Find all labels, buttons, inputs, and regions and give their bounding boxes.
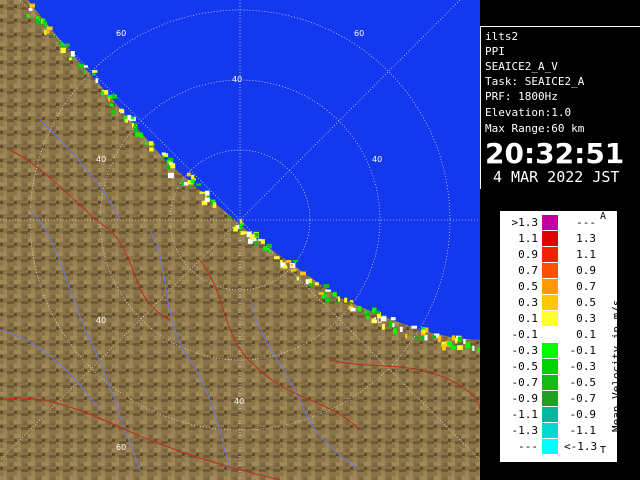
legend-color-swatch bbox=[542, 247, 558, 262]
legend-high-value: 0.5 bbox=[576, 296, 596, 309]
legend-low-value: --- bbox=[518, 440, 538, 453]
legend-caption: Mean Velocity in m/s bbox=[610, 299, 623, 432]
legend-color-swatch bbox=[542, 375, 558, 390]
legend-high-value: -0.1 bbox=[569, 344, 597, 357]
prf-line: PRF: 1800Hz bbox=[485, 90, 558, 103]
legend-high-value: -0.9 bbox=[569, 408, 597, 421]
range-label: 40 bbox=[234, 397, 244, 406]
range-label: 40 bbox=[232, 75, 242, 84]
legend-marker-top: A bbox=[600, 211, 607, 222]
legend-color-swatch bbox=[542, 359, 558, 374]
legend-color-swatch bbox=[542, 423, 558, 438]
legend-high-value: 0.7 bbox=[576, 280, 596, 293]
elevation-line: Elevation:1.0 bbox=[485, 106, 572, 119]
legend-high-value: --- bbox=[576, 216, 596, 229]
legend-low-value: -0.3 bbox=[511, 344, 539, 357]
legend-low-value: 0.1 bbox=[518, 312, 538, 325]
product-type: PPI bbox=[485, 45, 505, 58]
legend-color-swatch bbox=[542, 327, 558, 342]
legend-low-value: 0.7 bbox=[518, 264, 538, 277]
legend-high-value: 1.1 bbox=[576, 248, 596, 261]
legend-color-swatch bbox=[542, 215, 558, 230]
legend-low-value: -1.1 bbox=[511, 408, 539, 421]
task-line: Task: SEAICE2_A bbox=[485, 75, 585, 88]
legend-low-value: -0.1 bbox=[511, 328, 539, 341]
legend-low-value: -0.9 bbox=[511, 392, 539, 405]
legend-high-value: -0.5 bbox=[569, 376, 597, 389]
legend-color-swatch bbox=[542, 439, 558, 454]
legend-low-value: >1.3 bbox=[511, 216, 539, 229]
legend-color-swatch bbox=[542, 311, 558, 326]
legend-color-swatch bbox=[542, 407, 558, 422]
range-label: 40 bbox=[372, 155, 382, 164]
legend-high-value: -0.3 bbox=[569, 360, 597, 373]
legend-high-value: 1.3 bbox=[576, 232, 596, 245]
legend-low-value: -0.7 bbox=[511, 376, 539, 389]
legend-high-value: <-1.3 bbox=[564, 440, 598, 453]
legend-low-value: 0.9 bbox=[518, 248, 538, 261]
legend-low-value: -0.5 bbox=[511, 360, 539, 373]
legend-caption-column: A Mean Velocity in m/s T bbox=[598, 211, 623, 457]
legend-high-value: -0.7 bbox=[569, 392, 597, 405]
legend-high-value: -1.1 bbox=[569, 424, 597, 437]
range-label: 40 bbox=[372, 316, 382, 325]
legend-color-swatch bbox=[542, 231, 558, 246]
radar-ppi-map[interactable]: 60 40 60 40 40 40 40 40 60 bbox=[0, 0, 480, 480]
legend-low-value: 0.3 bbox=[518, 296, 538, 309]
scan-info-panel: ilts2 PPI SEAICE2_A_V Task: SEAICE2_A PR… bbox=[480, 26, 640, 189]
site-name: ilts2 bbox=[485, 30, 519, 43]
scan-date: 4 MAR 2022 JST bbox=[493, 168, 620, 186]
legend-high-value: 0.9 bbox=[576, 264, 596, 277]
legend-color-swatch bbox=[542, 391, 558, 406]
legend-color-swatch bbox=[542, 279, 558, 294]
legend-color-swatch bbox=[542, 263, 558, 278]
legend-low-value: -1.3 bbox=[511, 424, 539, 437]
scan-time: 20:32:51 bbox=[485, 137, 625, 170]
legend-high-value: 0.3 bbox=[576, 312, 596, 325]
range-label: 60 bbox=[116, 443, 126, 452]
velocity-color-legend: >1.3 --- 1.1 1.3 0.9 1.1 0.7 0.9 0.5 0.7 0.3 0.5 0.1… bbox=[500, 211, 623, 462]
legend-color-swatch bbox=[542, 343, 558, 358]
legend-marker-bottom: T bbox=[600, 445, 607, 456]
legend-high-value: 0.1 bbox=[576, 328, 596, 341]
legend-color-swatch bbox=[542, 295, 558, 310]
scan-name: SEAICE2_A_V bbox=[485, 60, 558, 73]
range-label: 40 bbox=[96, 316, 106, 325]
legend-low-value: 0.5 bbox=[518, 280, 538, 293]
range-label: 60 bbox=[116, 29, 126, 38]
range-label: 40 bbox=[96, 155, 106, 164]
legend-low-value: 1.1 bbox=[518, 232, 538, 245]
max-range-line: Max Range:60 km bbox=[485, 122, 585, 135]
range-label: 60 bbox=[354, 29, 364, 38]
